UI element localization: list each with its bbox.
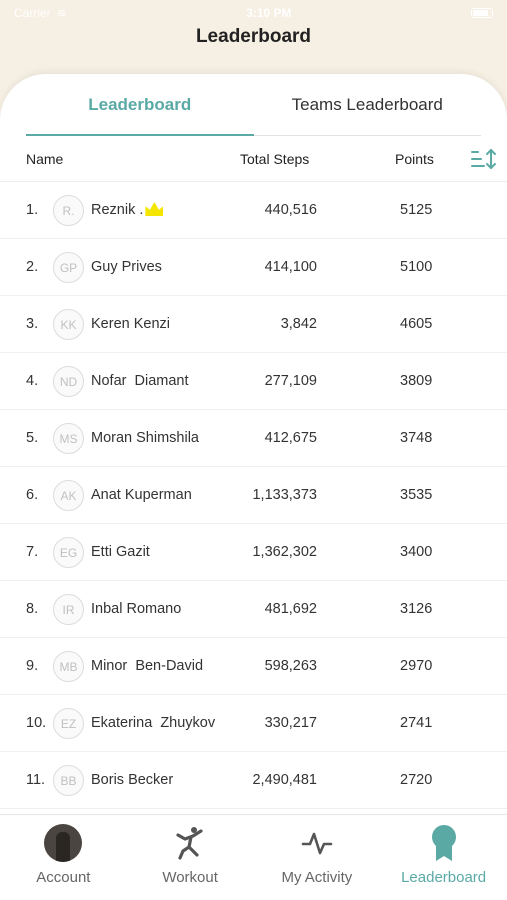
total-steps: 598,263 [264, 658, 317, 674]
points-value: 5100 [400, 259, 433, 275]
carrier-label: Carrier [14, 6, 51, 20]
leaderboard-list: 1. R. Reznik . 440,516 5125 2. GP Guy Pr… [0, 182, 507, 809]
battery-icon [471, 8, 493, 18]
total-steps: 1,133,373 [252, 487, 317, 503]
rank-number: 8. [26, 601, 39, 617]
wifi-icon: ≋ [56, 6, 67, 20]
user-name: Guy Prives [91, 259, 162, 275]
rank-number: 11. [26, 772, 46, 788]
tabbar-account[interactable]: Account [0, 815, 127, 900]
total-steps: 1,362,302 [252, 544, 317, 560]
leaderboard-card: Leaderboard Teams Leaderboard Name Total… [0, 74, 507, 814]
rank-number: 4. [26, 373, 39, 389]
user-name: Etti Gazit [91, 544, 150, 560]
user-name: Nofar Diamant [91, 373, 189, 389]
tab-leaderboard[interactable]: Leaderboard [26, 74, 254, 136]
user-name: Minor Ben-David [91, 658, 204, 674]
total-steps: 481,692 [264, 601, 317, 617]
points-value: 3400 [400, 544, 433, 560]
total-steps: 330,217 [264, 715, 317, 731]
total-steps: 412,675 [264, 430, 317, 446]
avatar: MS [53, 423, 84, 454]
avatar: ND [53, 366, 84, 397]
total-steps: 3,842 [280, 316, 317, 332]
tabbar-label: Workout [162, 869, 218, 886]
account-avatar [44, 824, 83, 862]
points-value: 2720 [400, 772, 433, 788]
points-value: 3535 [400, 487, 433, 503]
table-row[interactable]: 5. MS Moran Shimshila 412,675 3748 [0, 410, 507, 467]
tabbar-label: Leaderboard [401, 869, 487, 886]
column-name-header: Name [26, 150, 64, 167]
table-row[interactable]: 8. IR Inbal Romano 481,692 3126 [0, 581, 507, 638]
user-name: Anat Kuperman [91, 487, 192, 503]
table-row[interactable]: 1. R. Reznik . 440,516 5125 [0, 182, 507, 239]
avatar: BB [53, 765, 84, 796]
column-steps-header: Total Steps [240, 150, 310, 167]
avatar: KK [53, 309, 84, 340]
tabbar-label: My Activity [281, 869, 353, 886]
tabbar-my-activity[interactable]: My Activity [254, 815, 381, 900]
table-row[interactable]: 3. KK Keren Kenzi 3,842 4605 [0, 296, 507, 353]
table-row[interactable]: 4. ND Nofar Diamant 277,109 3809 [0, 353, 507, 410]
avatar: EZ [53, 708, 84, 739]
total-steps: 2,490,481 [252, 772, 317, 788]
avatar: EG [53, 537, 84, 568]
points-value: 2970 [400, 658, 433, 674]
table-row[interactable]: 2. GP Guy Prives 414,100 5100 [0, 239, 507, 296]
status-bar: Carrier ≋ 3:10 PM [0, 0, 507, 26]
user-name: Reznik . [91, 182, 164, 239]
workout-figure-icon [176, 827, 203, 860]
user-name: Keren Kenzi [91, 316, 170, 332]
table-row[interactable]: 11. BB Boris Becker 2,490,481 2720 [0, 752, 507, 809]
tabbar-label: Account [36, 869, 91, 886]
points-value: 3126 [400, 601, 433, 617]
user-name: Ekaterina Zhuykov [91, 715, 216, 731]
page-title: Leaderboard [195, 26, 312, 47]
rank-number: 6. [26, 487, 39, 503]
points-value: 4605 [400, 316, 433, 332]
rank-number: 5. [26, 430, 39, 446]
points-value: 3748 [400, 430, 433, 446]
rank-number: 1. [26, 202, 39, 218]
column-points-header: Points [395, 150, 434, 167]
rank-number: 10. [26, 715, 47, 731]
sort-icon[interactable] [470, 147, 498, 171]
total-steps: 440,516 [264, 202, 317, 218]
table-row[interactable]: 6. AK Anat Kuperman 1,133,373 3535 [0, 467, 507, 524]
avatar: IR [53, 594, 84, 625]
rank-number: 2. [26, 259, 39, 275]
table-row[interactable]: 10. EZ Ekaterina Zhuykov 330,217 2741 [0, 695, 507, 752]
crown-icon [145, 202, 164, 216]
user-name: Inbal Romano [91, 601, 182, 617]
bottom-tab-bar: Account Workout My Activity Leaderboard [0, 814, 507, 900]
total-steps: 414,100 [264, 259, 317, 275]
user-name: Boris Becker [91, 772, 174, 788]
table-row[interactable]: 7. EG Etti Gazit 1,362,302 3400 [0, 524, 507, 581]
award-badge-icon [431, 825, 456, 861]
avatar: GP [53, 252, 84, 283]
rank-number: 3. [26, 316, 39, 332]
table-header: Name Total Steps Points [0, 136, 507, 182]
table-row[interactable]: 9. MB Minor Ben-David 598,263 2970 [0, 638, 507, 695]
activity-pulse-icon [301, 832, 333, 855]
total-steps: 277,109 [264, 373, 317, 389]
rank-number: 9. [26, 658, 39, 674]
tabbar-leaderboard[interactable]: Leaderboard [380, 815, 507, 900]
points-value: 3809 [400, 373, 433, 389]
tab-teams-leaderboard[interactable]: Teams Leaderboard [254, 74, 482, 135]
rank-number: 7. [26, 544, 39, 560]
status-time: 3:10 PM [246, 6, 292, 20]
avatar: R. [53, 195, 84, 226]
user-name: Moran Shimshila [91, 430, 199, 446]
tabbar-workout[interactable]: Workout [127, 815, 254, 900]
tab-bar-top: Leaderboard Teams Leaderboard [26, 74, 481, 136]
points-value: 2741 [400, 715, 433, 731]
points-value: 5125 [400, 202, 433, 218]
avatar: AK [53, 480, 84, 511]
avatar: MB [53, 651, 84, 682]
